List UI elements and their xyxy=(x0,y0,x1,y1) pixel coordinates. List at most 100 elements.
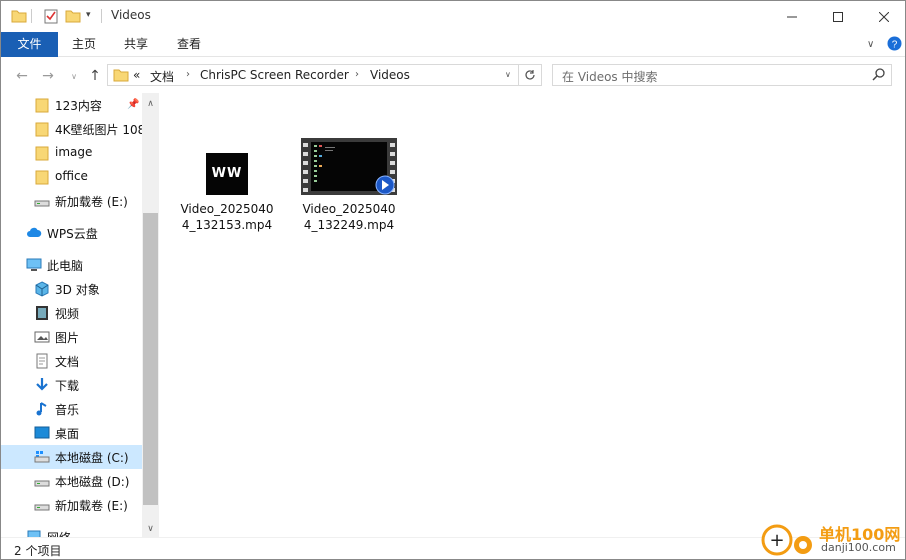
computer-icon xyxy=(26,257,42,273)
sidebar-item-pictures[interactable]: 图片 xyxy=(1,325,142,349)
breadcrumb-documents[interactable]: 文档 xyxy=(150,68,174,85)
folder-icon xyxy=(34,145,50,161)
tab-file[interactable]: 文件 xyxy=(1,32,58,57)
address-bar[interactable]: « 文档 › ChrisPC Screen Recorder › Videos … xyxy=(107,64,519,86)
sidebar-item-documents[interactable]: 文档 xyxy=(1,349,142,373)
sidebar-item-label: 本地磁盘 (C:) xyxy=(55,451,129,465)
watermark-logo-icon: + xyxy=(761,524,812,556)
film-strip-icon xyxy=(301,138,397,195)
breadcrumb-overflow[interactable]: « xyxy=(133,68,140,82)
title-bar: ▾ Videos xyxy=(1,1,905,32)
sidebar-item-label: 新加载卷 (E:) xyxy=(55,195,128,209)
sidebar-item-drive-c[interactable]: 本地磁盘 (C:) xyxy=(1,445,142,469)
download-icon xyxy=(34,377,50,393)
refresh-button[interactable] xyxy=(519,64,542,86)
sidebar-item-drive-e[interactable]: 新加载卷 (E:) xyxy=(1,493,142,517)
sidebar-item-downloads[interactable]: 下载 xyxy=(1,373,142,397)
sidebar-item-label: 新加载卷 (E:) xyxy=(55,499,128,513)
cloud-icon xyxy=(26,225,42,241)
sidebar-item-label: 此电脑 xyxy=(47,259,84,273)
sidebar-item-label: 桌面 xyxy=(55,427,80,441)
search-box[interactable]: 在 Videos 中搜索 xyxy=(552,64,892,86)
sidebar-item-label: office xyxy=(55,169,88,183)
svg-text:?: ? xyxy=(892,40,898,51)
customize-qat-icon[interactable]: ▾ xyxy=(86,10,91,20)
chevron-down-icon[interactable]: ∨ xyxy=(505,70,511,79)
breadcrumb-chrispc[interactable]: ChrisPC Screen Recorder xyxy=(200,68,349,82)
drive-icon xyxy=(34,473,50,489)
search-icon[interactable] xyxy=(872,68,885,84)
window-title: Videos xyxy=(111,8,151,22)
sidebar-item-label: 文档 xyxy=(55,355,80,369)
sidebar-item-4k[interactable]: 4K壁纸图片 108 xyxy=(1,117,142,141)
navigation-pane: 123内容 📌 4K壁纸图片 108 image office 新加载卷 (E:… xyxy=(1,93,142,537)
sidebar-item-image[interactable]: image xyxy=(1,141,142,165)
forward-button[interactable]: → xyxy=(39,67,57,85)
collapse-ribbon-icon[interactable]: ∨ xyxy=(867,39,874,50)
explorer-window: ▾ Videos 文件 主页 共享 查看 ∨ ? ← → ∨ ↑ « 文档 › xyxy=(0,0,906,560)
watermark-logo: + 单机100网 danji100.com xyxy=(757,519,905,559)
properties-icon[interactable] xyxy=(43,8,59,27)
sidebar-item-123[interactable]: 123内容 📌 xyxy=(1,93,142,117)
new-folder-icon[interactable] xyxy=(65,8,81,27)
recent-locations-icon[interactable]: ∨ xyxy=(65,67,83,85)
file-item[interactable]: WW Video_20250404_132153.mp4 xyxy=(177,133,277,233)
help-icon[interactable]: ? xyxy=(887,36,902,54)
sidebar-item-label: 网络 xyxy=(47,529,71,537)
sidebar-item-wps-cloud[interactable]: WPS云盘 xyxy=(1,221,142,245)
sidebar-item-label: 音乐 xyxy=(55,403,80,417)
up-button[interactable]: ↑ xyxy=(86,67,104,85)
sidebar-item-label: 下载 xyxy=(55,379,80,393)
svg-text:+: + xyxy=(769,530,784,551)
scrollbar-thumb[interactable] xyxy=(143,213,158,505)
maximize-button[interactable] xyxy=(815,1,861,32)
tab-share[interactable]: 共享 xyxy=(115,32,157,57)
chevron-right-icon[interactable]: › xyxy=(186,69,190,80)
sidebar-item-videos[interactable]: 视频 xyxy=(1,301,142,325)
file-item[interactable]: Video_20250404_132249.mp4 xyxy=(299,133,399,233)
sidebar-item-label: 视频 xyxy=(55,307,80,321)
sidebar-item-network[interactable]: 网络 xyxy=(1,525,142,537)
sidebar-item-music[interactable]: 音乐 xyxy=(1,397,142,421)
back-button[interactable]: ← xyxy=(13,67,31,85)
file-name: Video_20250404_132153.mp4 xyxy=(180,202,274,232)
navigation-scrollbar[interactable]: ∧ ∨ xyxy=(142,93,159,537)
search-placeholder: 在 Videos 中搜索 xyxy=(562,70,658,84)
sidebar-item-label: 图片 xyxy=(55,331,80,345)
sidebar-item-drive-d[interactable]: 本地磁盘 (D:) xyxy=(1,469,142,493)
pictures-icon xyxy=(34,329,50,345)
sidebar-item-label: 本地磁盘 (D:) xyxy=(55,475,130,489)
watermark-url: danji100.com xyxy=(821,541,896,554)
desktop-icon xyxy=(34,425,50,441)
folder-icon xyxy=(34,97,50,113)
video-thumbnail: WW xyxy=(206,153,248,195)
sidebar-item-label: 4K壁纸图片 108 xyxy=(55,123,142,137)
documents-icon xyxy=(34,353,50,369)
windows-drive-icon xyxy=(34,449,50,465)
file-name: Video_20250404_132249.mp4 xyxy=(302,202,396,232)
tab-view[interactable]: 查看 xyxy=(168,32,210,57)
chevron-right-icon[interactable]: › xyxy=(355,69,359,80)
drive-icon xyxy=(34,193,50,209)
sidebar-item-office[interactable]: office xyxy=(1,165,142,189)
scroll-up-arrow[interactable]: ∧ xyxy=(142,95,159,112)
sidebar-item-drive-e-quick[interactable]: 新加载卷 (E:) xyxy=(1,189,142,213)
video-thumbnail xyxy=(301,138,397,195)
scroll-down-arrow[interactable]: ∨ xyxy=(142,520,159,537)
item-count: 2 个项目 xyxy=(14,544,62,558)
sidebar-item-desktop[interactable]: 桌面 xyxy=(1,421,142,445)
breadcrumb-videos[interactable]: Videos xyxy=(370,68,410,82)
minimize-button[interactable] xyxy=(769,1,815,32)
pin-icon: 📌 xyxy=(127,99,140,110)
music-icon xyxy=(34,401,50,417)
thumbnail-text: WW xyxy=(211,166,243,181)
folder-icon xyxy=(34,169,50,185)
ribbon: 文件 主页 共享 查看 ∨ ? xyxy=(1,32,905,57)
file-list-view: WW Video_20250404_132153.mp4 Video_20250… xyxy=(159,93,905,537)
sidebar-item-this-pc[interactable]: 此电脑 xyxy=(1,253,142,277)
video-folder-icon xyxy=(34,305,50,321)
close-button[interactable] xyxy=(861,1,905,32)
sidebar-item-label: 3D 对象 xyxy=(55,283,100,297)
tab-home[interactable]: 主页 xyxy=(63,32,105,57)
sidebar-item-3d-objects[interactable]: 3D 对象 xyxy=(1,277,142,301)
